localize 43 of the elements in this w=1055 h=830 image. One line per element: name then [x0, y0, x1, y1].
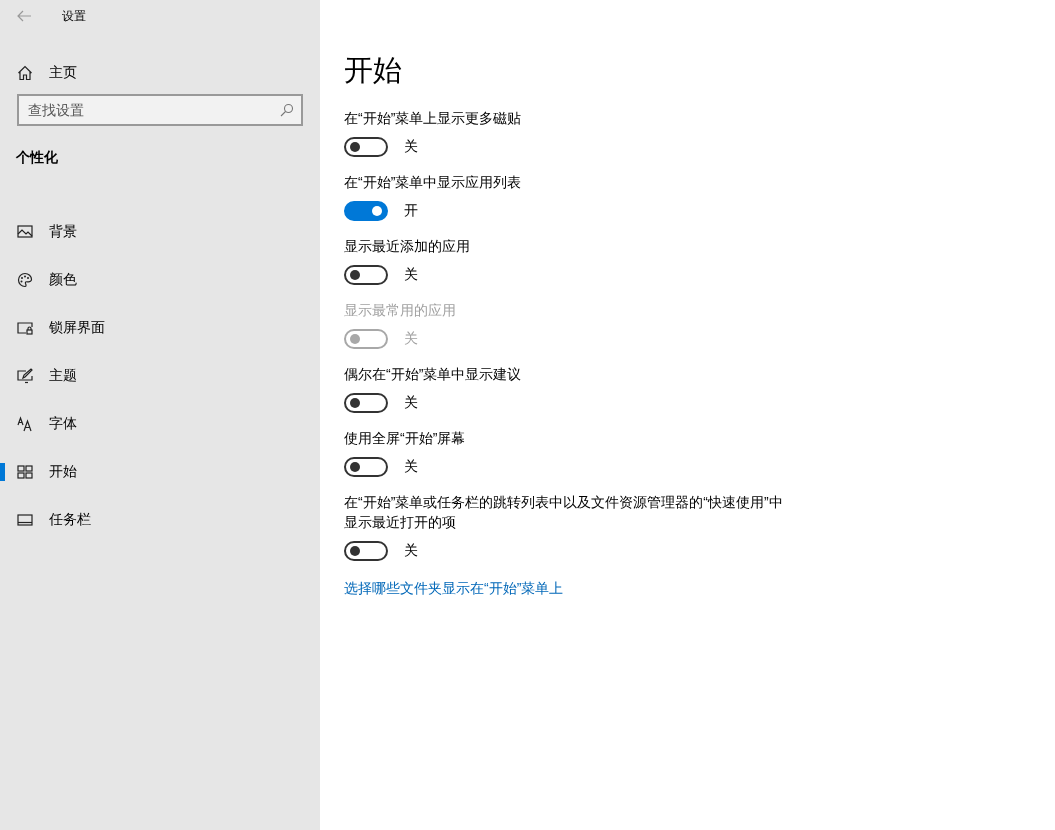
setting-label: 在“开始”菜单或任务栏的跳转列表中以及文件资源管理器的“快速使用”中显示最近打开的项 — [344, 493, 784, 532]
search-field[interactable]: 查找设置 — [17, 94, 303, 126]
sidebar-item[interactable]: 任务栏 — [0, 496, 320, 544]
setting-label: 在“开始”菜单中显示应用列表 — [344, 173, 523, 192]
search-icon — [280, 103, 294, 117]
folders-link[interactable]: 选择哪些文件夹显示在“开始”菜单上 — [344, 580, 564, 598]
toggle-state: 关 — [404, 542, 418, 560]
sidebar-item[interactable]: 背景 — [0, 208, 320, 256]
picture-icon — [17, 224, 33, 240]
setting-label: 偶尔在“开始”菜单中显示建议 — [344, 365, 523, 384]
home-icon — [17, 65, 33, 81]
page-title: 开始 — [344, 53, 403, 88]
window-title: 设置 — [62, 7, 86, 25]
toggle-switch[interactable] — [344, 265, 388, 285]
toggle-state: 关 — [404, 330, 418, 348]
lock-screen-icon — [17, 320, 33, 336]
toggle-state: 关 — [404, 138, 418, 156]
taskbar-icon — [17, 512, 33, 528]
section-heading: 个性化 — [15, 148, 59, 167]
setting-label: 显示最近添加的应用 — [344, 237, 471, 256]
sidebar-item[interactable]: 字体 — [0, 400, 320, 448]
setting-label: 使用全屏“开始”屏幕 — [344, 429, 467, 448]
pen-monitor-icon — [17, 368, 33, 384]
toggle-switch[interactable] — [344, 541, 388, 561]
toggle-switch[interactable] — [344, 201, 388, 221]
back-arrow-icon — [16, 10, 32, 22]
font-icon — [17, 416, 33, 432]
setting-label: 显示最常用的应用 — [344, 301, 457, 320]
toggle-switch[interactable] — [344, 457, 388, 477]
palette-icon — [17, 272, 33, 288]
toggle-state: 开 — [404, 202, 418, 220]
toggle-state: 关 — [404, 394, 418, 412]
setting-label: 在“开始”菜单上显示更多磁贴 — [344, 109, 523, 128]
sidebar-item[interactable]: 主题 — [0, 352, 320, 400]
sidebar-item[interactable]: 颜色 — [0, 256, 320, 304]
sidebar-item[interactable]: 锁屏界面 — [0, 304, 320, 352]
home-nav-item[interactable]: 主页 — [0, 49, 320, 97]
tiles-icon — [17, 464, 33, 480]
toggle-switch[interactable] — [344, 393, 388, 413]
toggle-state: 关 — [404, 458, 418, 476]
sidebar-item[interactable]: 开始 — [0, 448, 320, 496]
toggle-state: 关 — [404, 266, 418, 284]
toggle-switch[interactable] — [344, 137, 388, 157]
